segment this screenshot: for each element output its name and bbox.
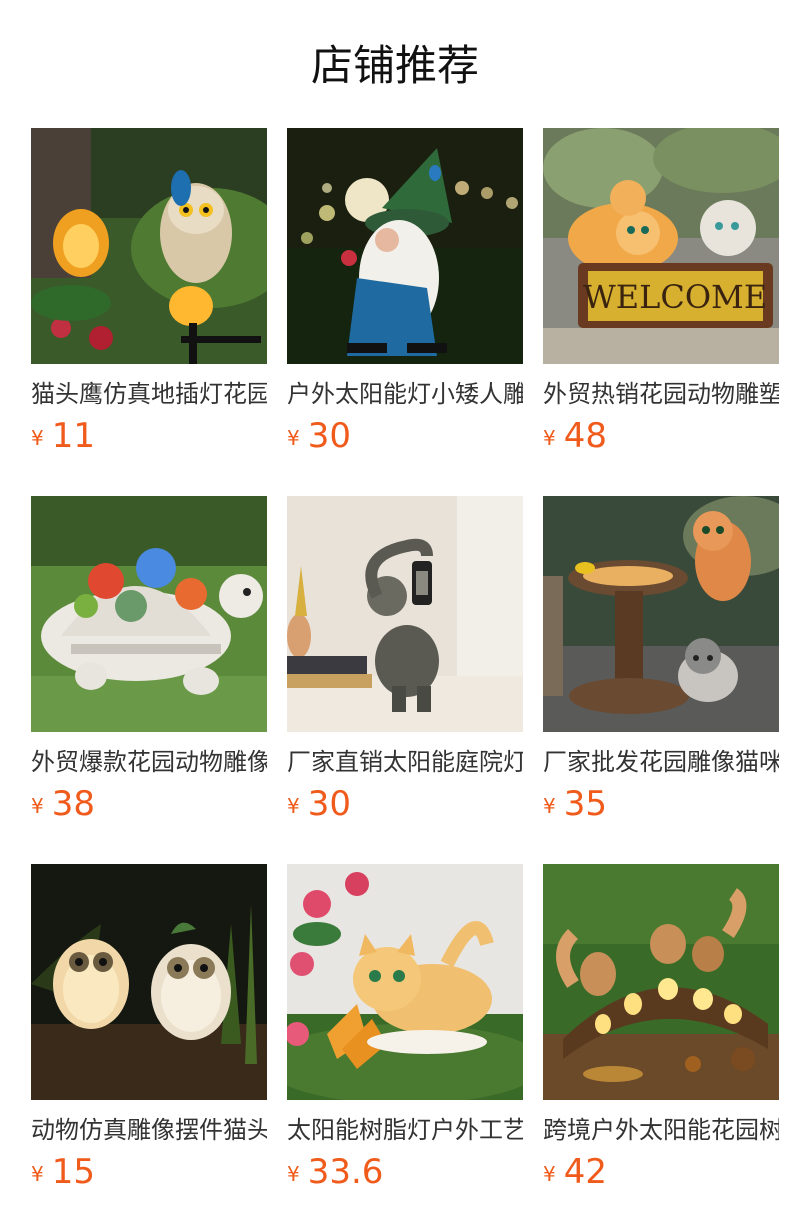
product-image[interactable] xyxy=(31,496,267,732)
product-name[interactable]: 厂家批发花园雕像猫咪 xyxy=(543,746,779,778)
product-image[interactable] xyxy=(31,128,267,364)
price-amount: 15 xyxy=(51,1152,95,1192)
product-image[interactable] xyxy=(31,864,267,1100)
product-name[interactable]: 厂家直销太阳能庭院灯 xyxy=(287,746,523,778)
price-amount: 42 xyxy=(563,1152,607,1192)
product-image[interactable] xyxy=(543,864,779,1100)
product-name[interactable]: 猫头鹰仿真地插灯花园 xyxy=(31,378,267,410)
currency-symbol: ¥ xyxy=(543,1162,556,1186)
product-name[interactable]: 户外太阳能灯小矮人雕 xyxy=(287,378,523,410)
product-image[interactable]: WELCOME xyxy=(543,128,779,364)
product-image[interactable] xyxy=(543,496,779,732)
svg-text:WELCOME: WELCOME xyxy=(583,278,767,316)
product-name[interactable]: 外贸爆款花园动物雕像 xyxy=(31,746,267,778)
product-name[interactable]: 太阳能树脂灯户外工艺 xyxy=(287,1114,523,1146)
currency-symbol: ¥ xyxy=(31,794,44,818)
product-card[interactable]: 动物仿真雕像摆件猫头 ¥ 15 xyxy=(31,864,267,1232)
product-price: ¥ 30 xyxy=(287,416,523,456)
product-image[interactable] xyxy=(287,496,523,732)
product-card[interactable]: 户外太阳能灯小矮人雕 ¥ 30 xyxy=(287,128,523,496)
price-amount: 38 xyxy=(51,784,95,824)
price-amount: 48 xyxy=(563,416,607,456)
product-name[interactable]: 外贸热销花园动物雕塑 xyxy=(543,378,779,410)
product-card[interactable]: WELCOME 外贸热销花园动物雕塑 ¥ 48 xyxy=(543,128,779,496)
page-title: 店铺推荐 xyxy=(310,41,479,90)
price-amount: 35 xyxy=(563,784,607,824)
product-price: ¥ 42 xyxy=(543,1152,779,1192)
currency-symbol: ¥ xyxy=(287,794,300,818)
product-price: ¥ 48 xyxy=(543,416,779,456)
currency-symbol: ¥ xyxy=(287,1162,300,1186)
product-card[interactable]: 猫头鹰仿真地插灯花园 ¥ 11 xyxy=(31,128,267,496)
price-amount: 11 xyxy=(51,416,95,456)
product-grid: 猫头鹰仿真地插灯花园 ¥ 11 户外太阳能灯小矮人雕 ¥ 30 WELCOME … xyxy=(31,128,779,1232)
product-card[interactable]: 厂家直销太阳能庭院灯 ¥ 30 xyxy=(287,496,523,864)
product-image[interactable] xyxy=(287,864,523,1100)
product-price: ¥ 33.6 xyxy=(287,1152,523,1192)
currency-symbol: ¥ xyxy=(287,426,300,450)
currency-symbol: ¥ xyxy=(31,426,44,450)
product-price: ¥ 35 xyxy=(543,784,779,824)
product-name[interactable]: 跨境户外太阳能花园树 xyxy=(543,1114,779,1146)
product-name[interactable]: 动物仿真雕像摆件猫头 xyxy=(31,1114,267,1146)
currency-symbol: ¥ xyxy=(543,794,556,818)
product-image[interactable] xyxy=(287,128,523,364)
product-card[interactable]: 外贸爆款花园动物雕像 ¥ 38 xyxy=(31,496,267,864)
product-price: ¥ 11 xyxy=(31,416,267,456)
price-amount: 30 xyxy=(307,416,351,456)
price-amount: 30 xyxy=(307,784,351,824)
product-price: ¥ 30 xyxy=(287,784,523,824)
price-amount: 33.6 xyxy=(307,1152,384,1192)
product-price: ¥ 15 xyxy=(31,1152,267,1192)
currency-symbol: ¥ xyxy=(543,426,556,450)
currency-symbol: ¥ xyxy=(31,1162,44,1186)
product-card[interactable]: 跨境户外太阳能花园树 ¥ 42 xyxy=(543,864,779,1232)
product-price: ¥ 38 xyxy=(31,784,267,824)
product-card[interactable]: 太阳能树脂灯户外工艺 ¥ 33.6 xyxy=(287,864,523,1232)
product-card[interactable]: 厂家批发花园雕像猫咪 ¥ 35 xyxy=(543,496,779,864)
